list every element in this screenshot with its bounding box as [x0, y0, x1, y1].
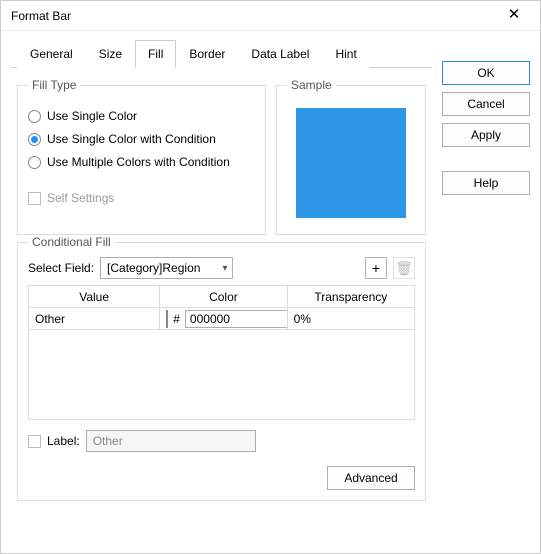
col-value: Value [29, 286, 160, 308]
checkbox-icon [28, 192, 41, 205]
conditional-fill-legend: Conditional Fill [28, 235, 115, 249]
dialog-buttons: OK Cancel Apply Help [442, 39, 530, 543]
table-row[interactable]: Other # 0% [29, 308, 415, 330]
advanced-button[interactable]: Advanced [327, 466, 415, 490]
tab-border[interactable]: Border [176, 40, 238, 68]
plus-icon: + [372, 261, 380, 275]
select-field-value: [Category]Region [107, 261, 200, 275]
delete-row-button: 🗑 [393, 257, 415, 279]
radio-label: Use Single Color with Condition [47, 132, 216, 146]
radio-single-color[interactable]: Use Single Color [28, 109, 255, 123]
sample-legend: Sample [287, 78, 336, 92]
dialog-title: Format Bar [11, 9, 71, 23]
hash-label: # [173, 312, 180, 326]
close-button[interactable]: ✕ [496, 4, 532, 28]
tab-size[interactable]: Size [86, 40, 135, 68]
radio-icon [28, 156, 41, 169]
select-field-label: Select Field: [28, 261, 94, 275]
hex-input[interactable] [185, 310, 287, 328]
conditional-fill-table: Value Color Transparency Other [28, 285, 415, 330]
fill-type-group: Fill Type Use Single Color Use Single Co… [17, 78, 266, 235]
self-settings-label: Self Settings [47, 191, 114, 205]
conditional-fill-group: Conditional Fill Select Field: [Category… [17, 235, 426, 501]
table-empty-area [28, 330, 415, 420]
cell-value[interactable]: Other [29, 308, 160, 330]
tab-general[interactable]: General [17, 40, 86, 68]
apply-button[interactable]: Apply [442, 123, 530, 147]
tab-bar: General Size Fill Border Data Label Hint [11, 39, 432, 68]
sample-swatch [296, 108, 406, 218]
select-field-dropdown[interactable]: [Category]Region ▾ [100, 257, 232, 279]
label-checkbox[interactable] [28, 435, 41, 448]
color-swatch[interactable] [166, 310, 168, 328]
help-button[interactable]: Help [442, 171, 530, 195]
sample-group: Sample [276, 78, 426, 235]
fill-type-legend: Fill Type [28, 78, 80, 92]
cell-color[interactable]: # [160, 308, 287, 330]
tab-fill[interactable]: Fill [135, 40, 176, 68]
radio-icon [28, 110, 41, 123]
ok-button[interactable]: OK [442, 61, 530, 85]
label-input-value: Other [93, 434, 123, 448]
titlebar: Format Bar ✕ [1, 1, 540, 31]
label-input: Other [86, 430, 256, 452]
radio-label: Use Multiple Colors with Condition [47, 155, 230, 169]
trash-icon: 🗑 [395, 261, 413, 275]
radio-multiple-colors-condition[interactable]: Use Multiple Colors with Condition [28, 155, 255, 169]
label-label: Label: [47, 434, 80, 448]
format-bar-dialog: Format Bar ✕ General Size Fill Border Da… [0, 0, 541, 554]
tab-data-label[interactable]: Data Label [238, 40, 322, 68]
col-transparency: Transparency [287, 286, 414, 308]
radio-single-color-condition[interactable]: Use Single Color with Condition [28, 132, 255, 146]
radio-label: Use Single Color [47, 109, 137, 123]
cell-transparency[interactable]: 0% [287, 308, 414, 330]
cancel-button[interactable]: Cancel [442, 92, 530, 116]
tab-hint[interactable]: Hint [322, 40, 369, 68]
col-color: Color [160, 286, 287, 308]
self-settings-checkbox: Self Settings [28, 191, 255, 205]
chevron-down-icon: ▾ [222, 263, 227, 274]
add-row-button[interactable]: + [365, 257, 387, 279]
radio-icon [28, 133, 41, 146]
close-icon: ✕ [508, 6, 521, 23]
